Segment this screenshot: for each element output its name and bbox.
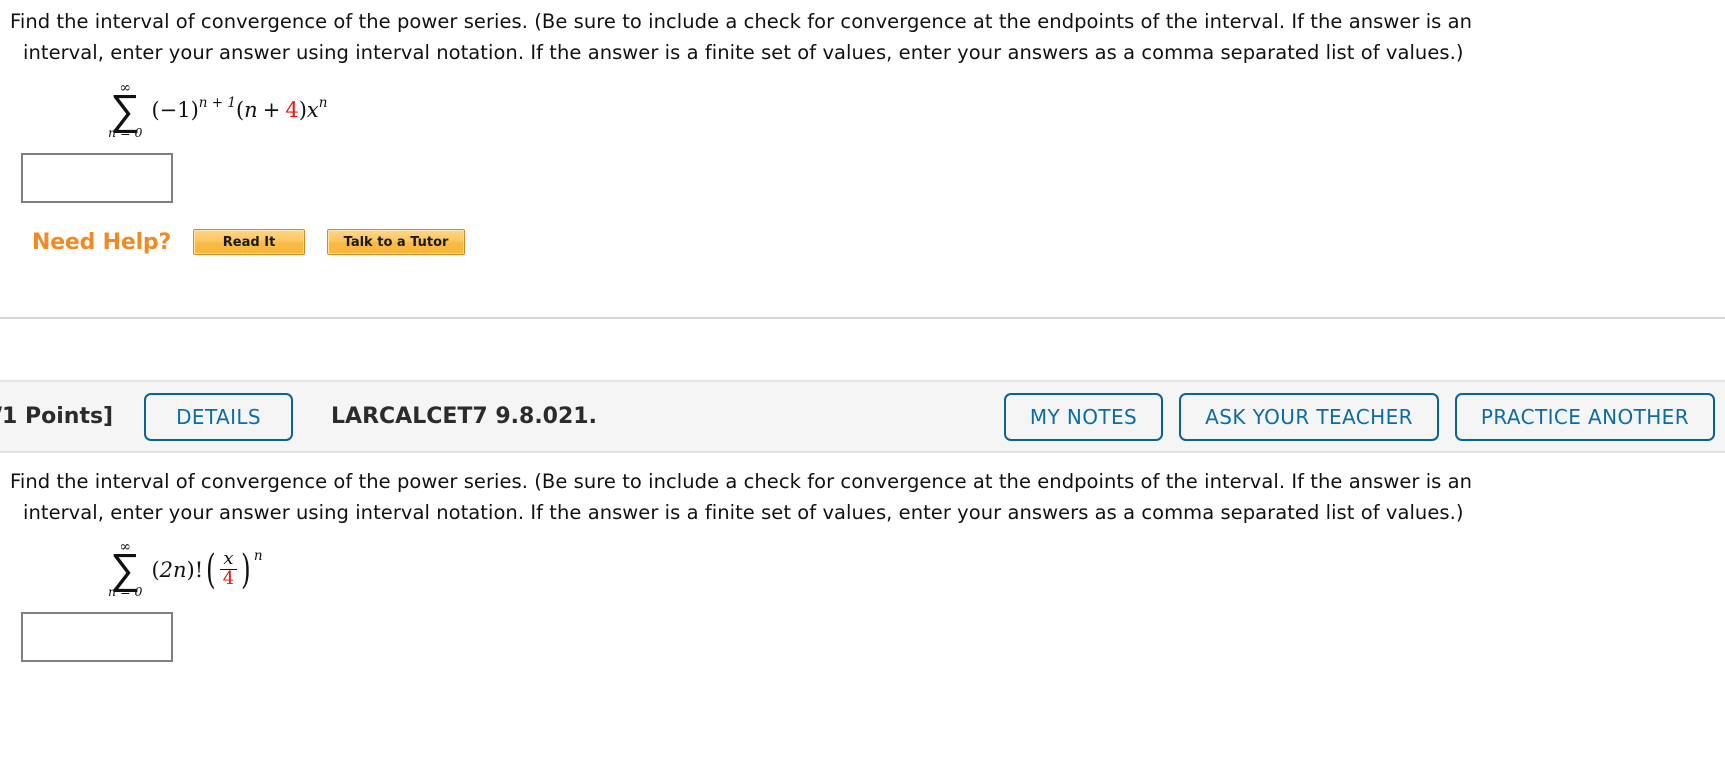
top-answer-input[interactable]	[21, 153, 173, 204]
details-button[interactable]: DETAILS	[144, 392, 294, 441]
my-notes-button[interactable]: MY NOTES	[1003, 392, 1164, 441]
top-formula-expression: (−1) n + 1(n +4) x n	[151, 95, 328, 123]
top-problem-section: Find the interval of convergence of the …	[0, 0, 1725, 256]
bottom-formula: ∞ ∑ n = 0 (2n)!(x 4) n	[10, 540, 1715, 598]
top-formula: ∞ ∑ n = 0 (−1) n + 1(n +4) x n	[10, 81, 1715, 139]
fraction-denominator: 4	[219, 569, 238, 589]
need-help-row: Need Help? Read It Talk to a Tutor	[10, 229, 1715, 256]
coefficient-2n-factorial: (2n)!	[151, 557, 204, 582]
factor-plus: +	[262, 98, 281, 123]
right-paren-big: )	[241, 546, 251, 593]
fraction-x-over-4: x4	[219, 548, 238, 589]
need-help-label: Need Help?	[32, 229, 172, 255]
top-problem-prompt: Find the interval of convergence of the …	[10, 6, 1715, 68]
bottom-answer-input[interactable]	[21, 611, 173, 662]
ask-your-teacher-button[interactable]: ASK YOUR TEACHER	[1179, 392, 1439, 441]
fraction-numerator: x	[223, 548, 234, 570]
factor-open-paren: (	[235, 98, 245, 123]
factor-close-paren: )	[298, 98, 307, 123]
sigma-glyph: ∑	[110, 544, 141, 594]
question-header-bar: /1 Points] DETAILS LARCALCET7 9.8.021. M…	[0, 380, 1725, 454]
header-actions: MY NOTES ASK YOUR TEACHER PRACTICE ANOTH…	[1003, 392, 1715, 441]
points-label: /1 Points]	[0, 404, 114, 430]
neg-one-base: (−1)	[151, 98, 199, 123]
factor-value: 4	[285, 98, 299, 123]
bottom-prompt-line-2: interval, enter your answer using interv…	[23, 501, 1464, 525]
top-prompt-line-2: interval, enter your answer using interv…	[23, 41, 1464, 64]
bottom-formula-expression: (2n)!(x 4) n	[151, 546, 263, 593]
top-prompt-line-1: Find the interval of convergence of the …	[10, 10, 1473, 33]
talk-to-tutor-button[interactable]: Talk to a Tutor	[327, 229, 466, 256]
variable-x: x	[306, 98, 319, 123]
sigma-glyph: ∑	[110, 85, 141, 134]
sum-lower-limit: n = 0	[108, 584, 143, 600]
bottom-problem-prompt: Find the interval of convergence of the …	[10, 466, 1715, 528]
question-code: LARCALCET7 9.8.021.	[331, 404, 597, 430]
practice-another-button[interactable]: PRACTICE ANOTHER	[1454, 392, 1715, 441]
summation-symbol: ∞ ∑ n = 0	[108, 81, 142, 139]
bottom-prompt-line-1: Find the interval of convergence of the …	[10, 470, 1473, 494]
bottom-problem-section: Find the interval of convergence of the …	[0, 453, 1725, 662]
sum-lower-limit: n = 0	[108, 124, 143, 140]
factor-n: n	[244, 98, 258, 123]
section-divider	[0, 317, 1725, 320]
read-it-button[interactable]: Read It	[193, 229, 306, 256]
summation-symbol: ∞ ∑ n = 0	[108, 540, 142, 598]
left-paren-big: (	[206, 546, 216, 593]
